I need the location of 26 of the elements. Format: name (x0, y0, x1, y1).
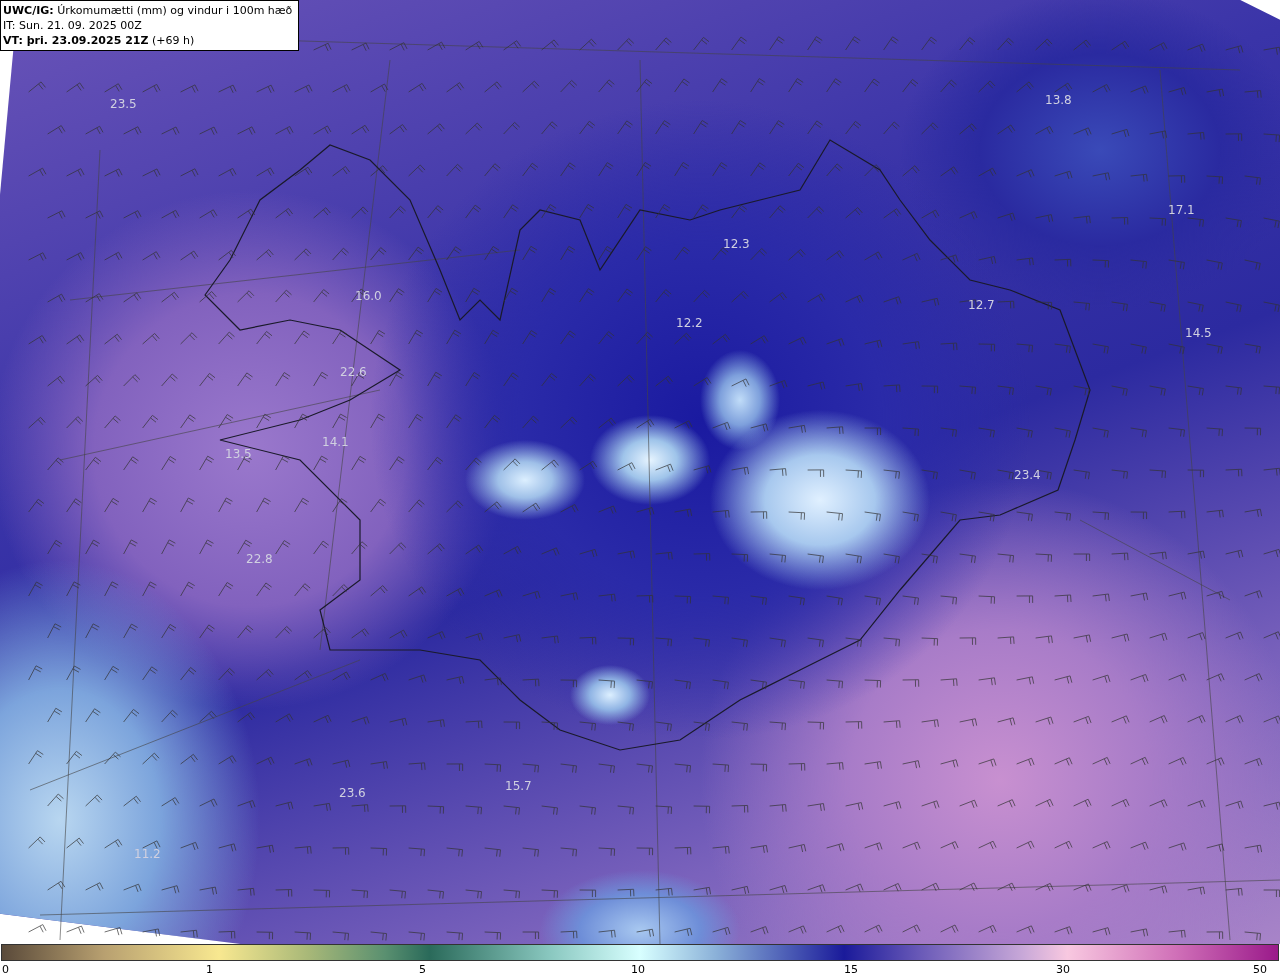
colorbar-tick-label: 1 (206, 963, 213, 976)
colorbar-tick-label: 15 (844, 963, 858, 976)
precipitation-value: 12.2 (676, 316, 703, 330)
colorbar-tick-label: 0 (2, 963, 9, 976)
precipitation-value: 22.6 (340, 365, 367, 379)
precipitation-value: 11.2 (134, 847, 161, 861)
precipitation-value: 22.8 (246, 552, 273, 566)
precipitation-value: 14.5 (1185, 326, 1212, 340)
colorbar-tick-label: 5 (419, 963, 426, 976)
initial-time: IT: Sun. 21. 09. 2025 00Z (3, 18, 143, 33)
precipitation-value: 17.1 (1168, 203, 1195, 217)
precipitation-value: 12.7 (968, 298, 995, 312)
colorbar-tick-label: 50 (1253, 963, 1267, 976)
precipitation-value: 23.6 (339, 786, 366, 800)
valid-time: VT: þri. 23.09.2025 21Z (+69 h) (3, 33, 196, 48)
precipitation-value: 23.4 (1014, 468, 1041, 482)
colorbar-tick-label: 10 (631, 963, 645, 976)
precipitation-value: 23.5 (110, 97, 137, 111)
precipitation-value: 15.7 (505, 779, 532, 793)
precipitation-value: 16.0 (355, 289, 382, 303)
precipitation-value: 13.8 (1045, 93, 1072, 107)
precipitation-value: 13.5 (225, 447, 252, 461)
map-title: UWC/IG: Úrkomumætti (mm) og vindur i 100m hæð (3, 3, 293, 18)
colorbar-tick-label: 30 (1056, 963, 1070, 976)
precipitation-value: 14.1 (322, 435, 349, 449)
precipitation-value: 12.3 (723, 237, 750, 251)
